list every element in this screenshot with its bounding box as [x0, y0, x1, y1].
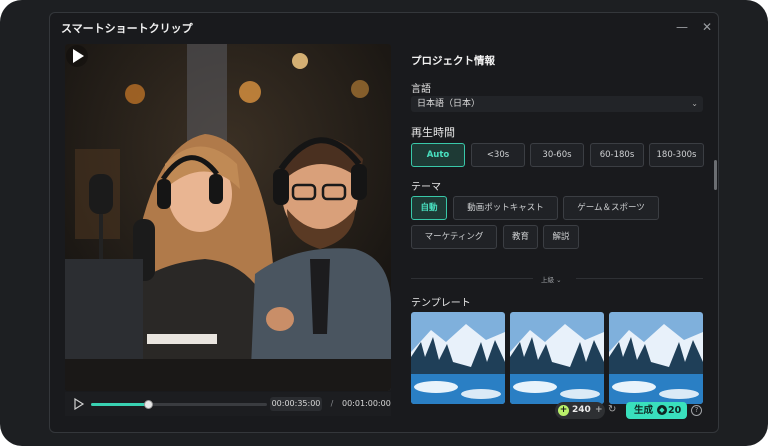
template-thumbnail-1[interactable] [411, 312, 505, 404]
snowy-lake-image [510, 312, 604, 404]
language-select[interactable]: 日本語（日本） ⌄ [411, 96, 703, 112]
play-button-icon[interactable] [73, 398, 85, 410]
chevron-down-icon: ⌄ [556, 276, 562, 284]
add-credits-button[interactable]: + [595, 402, 603, 419]
duration-option-under30[interactable]: <30s [471, 143, 525, 167]
close-button[interactable]: ✕ [698, 18, 716, 36]
credits-badge[interactable]: + 240 + [555, 402, 605, 419]
refresh-icon[interactable]: ↻ [608, 404, 620, 416]
divider-left [411, 278, 533, 279]
title-bar: スマートショートクリップ — ✕ [50, 13, 718, 43]
advanced-label: 上級 [541, 276, 554, 284]
template-thumbnail-2[interactable] [510, 312, 604, 404]
current-time: 00:00:35:00 [270, 397, 322, 411]
play-icon[interactable] [65, 44, 89, 68]
duration-label: 再生時間 [411, 126, 455, 139]
snowy-lake-image [411, 312, 505, 404]
duration-option-30-60[interactable]: 30-60s [530, 143, 584, 167]
generate-cost: 20 [668, 405, 682, 416]
generate-button[interactable]: 生成 ◆ 20 [626, 402, 687, 419]
theme-option-games-sports[interactable]: ゲーム＆スポーツ [563, 196, 659, 220]
minimize-button[interactable]: — [673, 18, 691, 36]
panel-scrollbar[interactable] [714, 160, 717, 190]
total-time: 00:01:00:00 [342, 399, 391, 408]
snowy-lake-image [609, 312, 703, 404]
theme-option-explanation[interactable]: 解説 [543, 225, 579, 249]
seek-progress [91, 403, 150, 406]
duration-option-auto[interactable]: Auto [411, 143, 465, 167]
divider-right [576, 278, 703, 279]
language-label: 言語 [411, 84, 431, 95]
smart-short-clip-window: スマートショートクリップ — ✕ 00:00:35:00 / 00:01:00:… [49, 12, 719, 433]
chevron-down-icon: ⌄ [691, 99, 698, 108]
duration-option-180-300[interactable]: 180-300s [649, 143, 704, 167]
seek-handle[interactable] [144, 400, 154, 409]
theme-option-auto[interactable]: 自動 [411, 196, 447, 220]
theme-option-video-podcast[interactable]: 動画ポットキャスト [453, 196, 558, 220]
app-frame: スマートショートクリップ — ✕ 00:00:35:00 / 00:01:00:… [0, 0, 768, 446]
template-thumbnail-3[interactable] [609, 312, 703, 404]
podcast-scene-image [65, 44, 391, 391]
help-icon[interactable]: ? [691, 405, 702, 416]
credit-coin-icon: + [558, 405, 569, 416]
time-separator: / [330, 399, 334, 408]
video-preview[interactable] [65, 44, 391, 391]
window-title: スマートショートクリップ [61, 22, 193, 35]
credits-value: 240 [572, 405, 591, 415]
seek-bar[interactable] [91, 400, 267, 409]
advanced-toggle[interactable]: 上級 ⌄ [541, 274, 562, 284]
theme-label: テーマ [411, 182, 441, 193]
credit-coin-icon: ◆ [657, 405, 667, 415]
language-value: 日本語（日本） [417, 99, 481, 109]
duration-option-60-180[interactable]: 60-180s [590, 143, 644, 167]
panel-heading: プロジェクト情報 [411, 55, 495, 67]
theme-option-marketing[interactable]: マーケティング [411, 225, 497, 249]
generate-label: 生成 [634, 405, 654, 416]
player-controls: 00:00:35:00 / 00:01:00:00 [65, 392, 391, 416]
template-label: テンプレート [411, 298, 471, 309]
theme-option-education[interactable]: 教育 [503, 225, 538, 249]
